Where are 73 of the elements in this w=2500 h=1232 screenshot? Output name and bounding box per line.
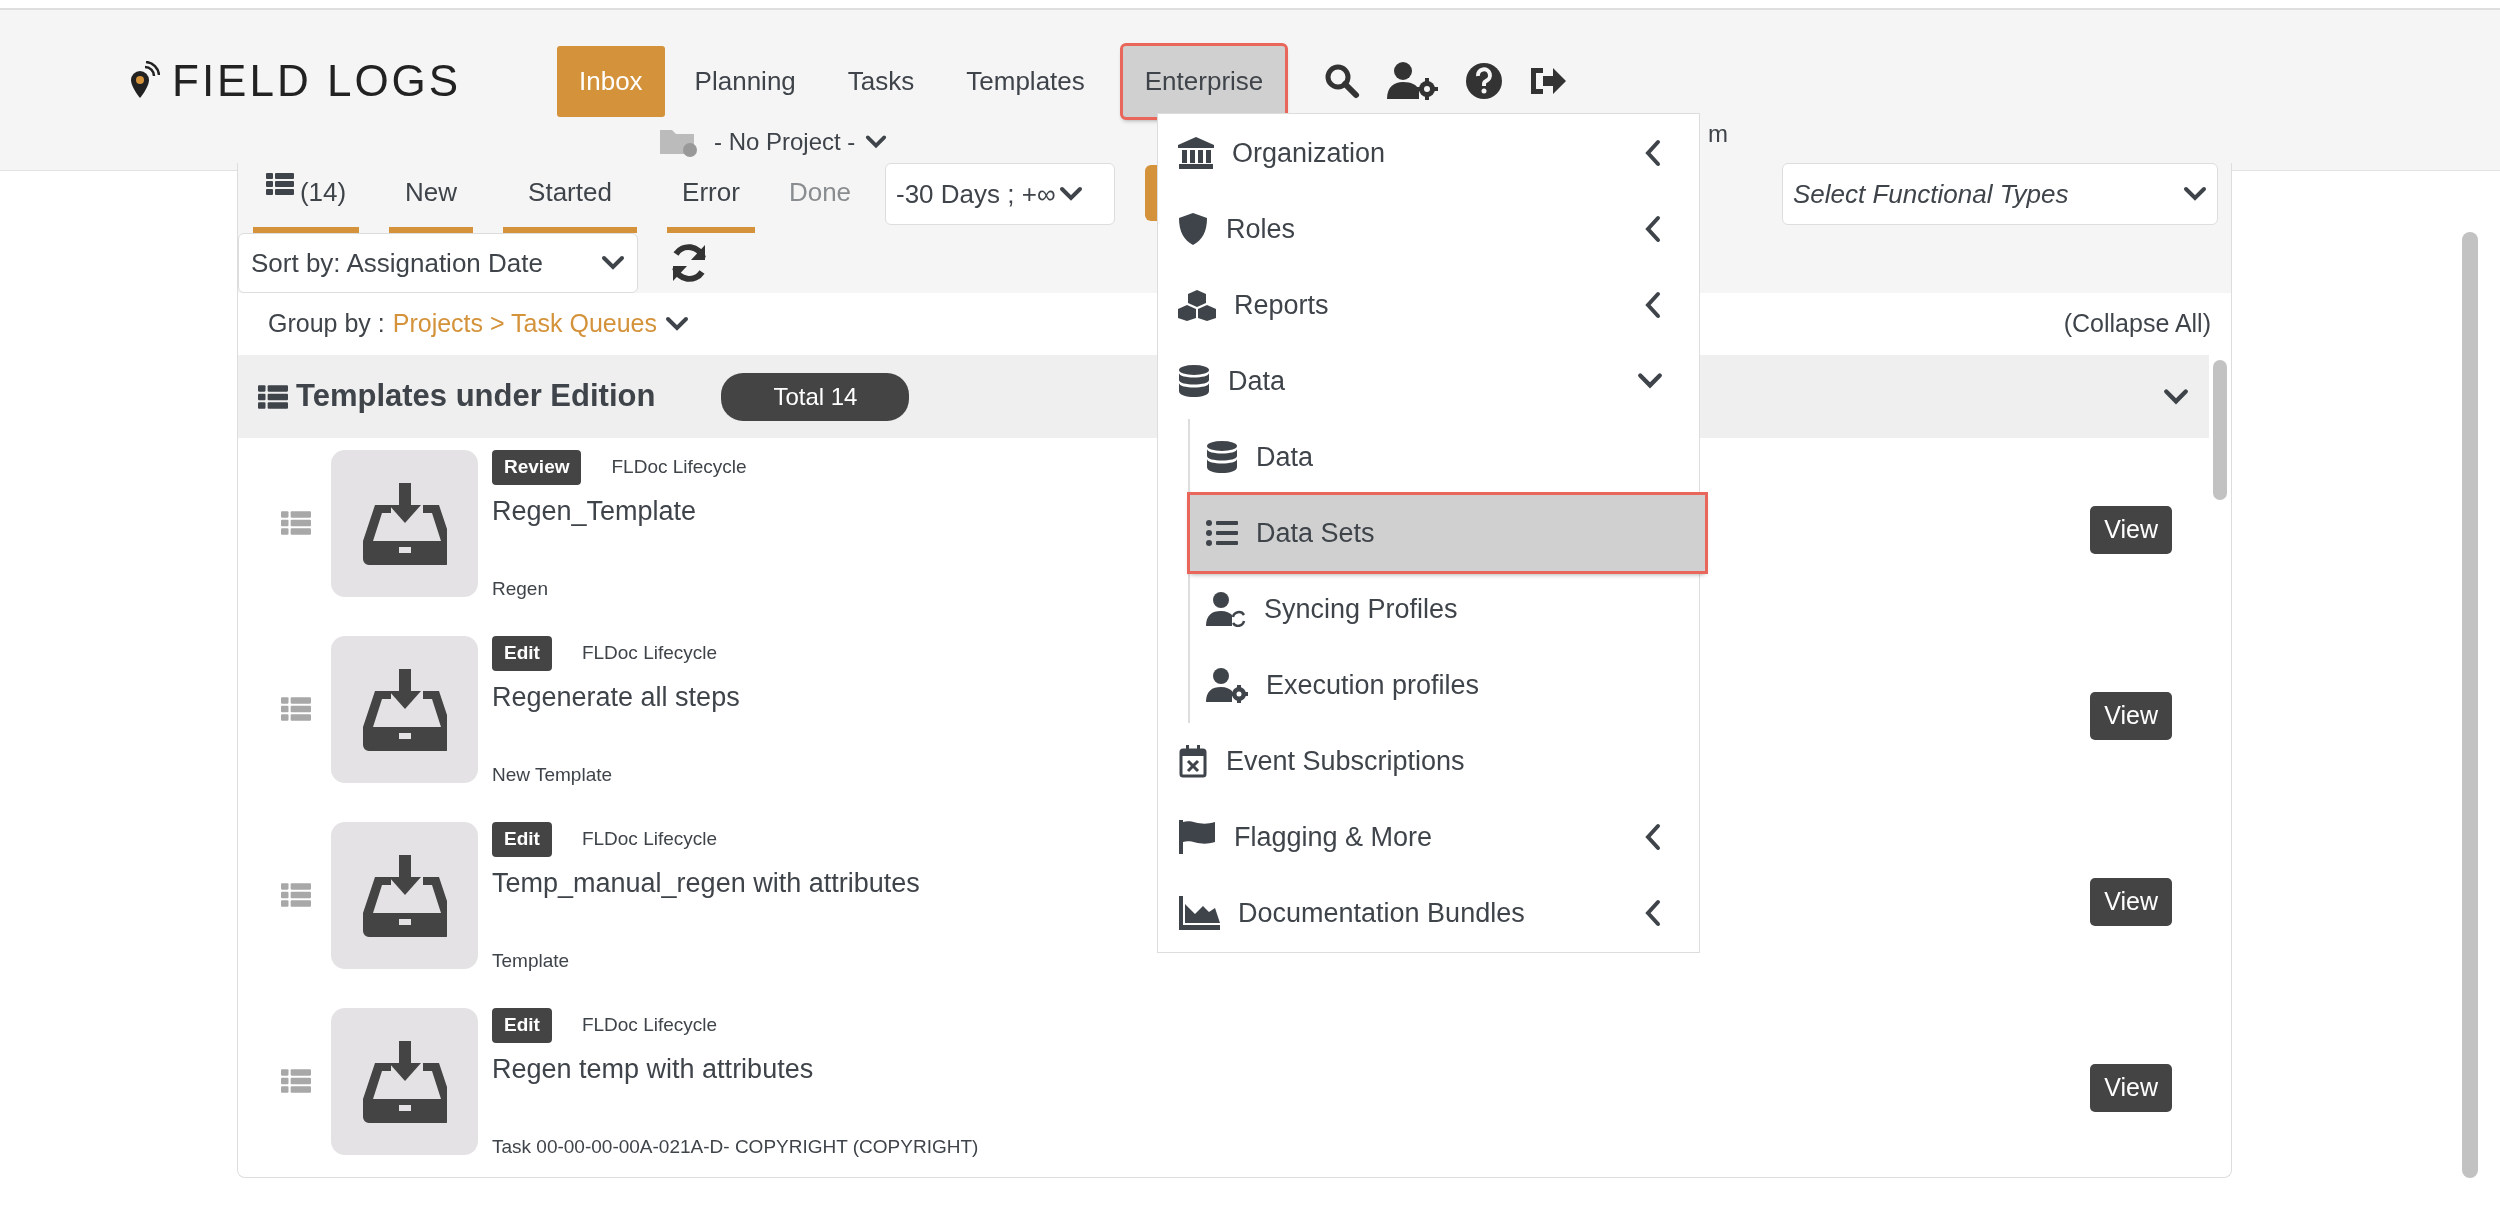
project-selector[interactable]: - No Project -: [708, 123, 894, 161]
list-icon: [1206, 519, 1238, 547]
submenu-item[interactable]: Syncing Profiles: [1190, 571, 1699, 647]
template-subtitle: Template: [492, 949, 571, 973]
status-tag: Edit: [492, 1008, 552, 1043]
lifecycle-label: FLDoc Lifecycle: [581, 641, 718, 665]
nav-tab[interactable]: Enterprise: [1122, 45, 1286, 117]
group-title: Templates under Edition: [296, 377, 656, 416]
drag-handle-icon[interactable]: [281, 1068, 311, 1094]
template-title: Temp_manual_regen with attributes: [492, 866, 920, 900]
lifecycle-label: FLDoc Lifecycle: [611, 455, 747, 479]
collapse-all-link[interactable]: (Collapse All): [2063, 305, 2211, 343]
date-range-select[interactable]: -30 Days ; +∞: [885, 163, 1115, 225]
menu-item[interactable]: Documentation Bundles: [1158, 875, 1699, 951]
user-gear-icon[interactable]: [1387, 61, 1440, 101]
view-button[interactable]: View: [2090, 692, 2172, 740]
chevron-left-icon: [1643, 823, 1663, 851]
scrollbar-thumb[interactable]: [2213, 360, 2227, 500]
cut-text: m: [1708, 119, 1728, 149]
flag-icon: [1178, 820, 1216, 854]
filter-tab[interactable]: Error: [667, 163, 755, 233]
status-tag: Review: [492, 450, 582, 485]
chevron-left-icon: [1643, 215, 1663, 243]
template-title: Regen temp with attributes: [492, 1052, 815, 1086]
brand-name: FIELD LOGS: [172, 55, 462, 107]
menu-item[interactable]: Data: [1158, 343, 1699, 419]
functional-types-select[interactable]: Select Functional Types: [1782, 163, 2218, 225]
shield-icon: [1178, 212, 1208, 246]
bank-icon: [1178, 137, 1214, 169]
status-tag: Edit: [492, 636, 552, 671]
chevron-left-icon: [1643, 139, 1663, 167]
lifecycle-label: FLDoc Lifecycle: [581, 1013, 718, 1037]
calendar-x-icon: [1178, 744, 1208, 778]
template-subtitle: Regen: [492, 577, 549, 601]
template-title: Regenerate all steps: [492, 680, 740, 714]
chevron-left-icon: [1643, 899, 1663, 927]
group-by-label: Group by :: [268, 308, 385, 340]
view-button[interactable]: View: [2090, 1064, 2172, 1112]
list-icon: [265, 173, 294, 195]
scrollbar-thumb[interactable]: [2462, 232, 2478, 1178]
submenu-item[interactable]: Data Sets: [1190, 495, 1705, 571]
database-icon: [1206, 440, 1238, 474]
drag-handle-icon[interactable]: [281, 510, 311, 536]
menu-item[interactable]: Organization: [1158, 115, 1699, 191]
drag-handle-icon[interactable]: [281, 696, 311, 722]
submenu-item[interactable]: Execution profiles: [1190, 647, 1699, 723]
list-icon: [258, 383, 288, 410]
menu-item[interactable]: Event Subscriptions: [1158, 723, 1699, 799]
status-tag: Edit: [492, 822, 552, 857]
template-title: Regen_Template: [492, 494, 698, 528]
menu-item[interactable]: Flagging & More: [1158, 799, 1699, 875]
template-subtitle: New Template: [492, 763, 614, 787]
user-gear-icon: [1206, 667, 1248, 703]
menu-item[interactable]: Reports: [1158, 267, 1699, 343]
total-count: Total 14: [721, 372, 910, 421]
view-button[interactable]: View: [2090, 506, 2172, 554]
drag-handle-icon[interactable]: [281, 882, 311, 908]
template-subtitle: Task 00-00-00-00A-021A-D- COPYRIGHT (COPYRIGHT): [492, 1135, 979, 1159]
submenu-item[interactable]: Data: [1190, 419, 1699, 495]
user-sync-icon: [1206, 591, 1246, 627]
sort-dropdown[interactable]: Sort by: Assignation Date: [238, 233, 638, 293]
chevron-left-icon: [1643, 291, 1663, 319]
nav-tab[interactable]: Tasks: [825, 45, 937, 117]
search-icon[interactable]: [1323, 62, 1362, 100]
nav-tab[interactable]: Templates: [944, 45, 1107, 117]
database-icon: [1178, 364, 1210, 398]
cubes-icon: [1178, 289, 1216, 321]
nav-tab[interactable]: Planning: [672, 45, 818, 117]
area-chart-icon: [1178, 896, 1220, 930]
lifecycle-label: FLDoc Lifecycle: [581, 827, 718, 851]
view-button[interactable]: View: [2090, 878, 2172, 926]
help-icon[interactable]: [1465, 62, 1504, 100]
menu-item[interactable]: Roles: [1158, 191, 1699, 267]
